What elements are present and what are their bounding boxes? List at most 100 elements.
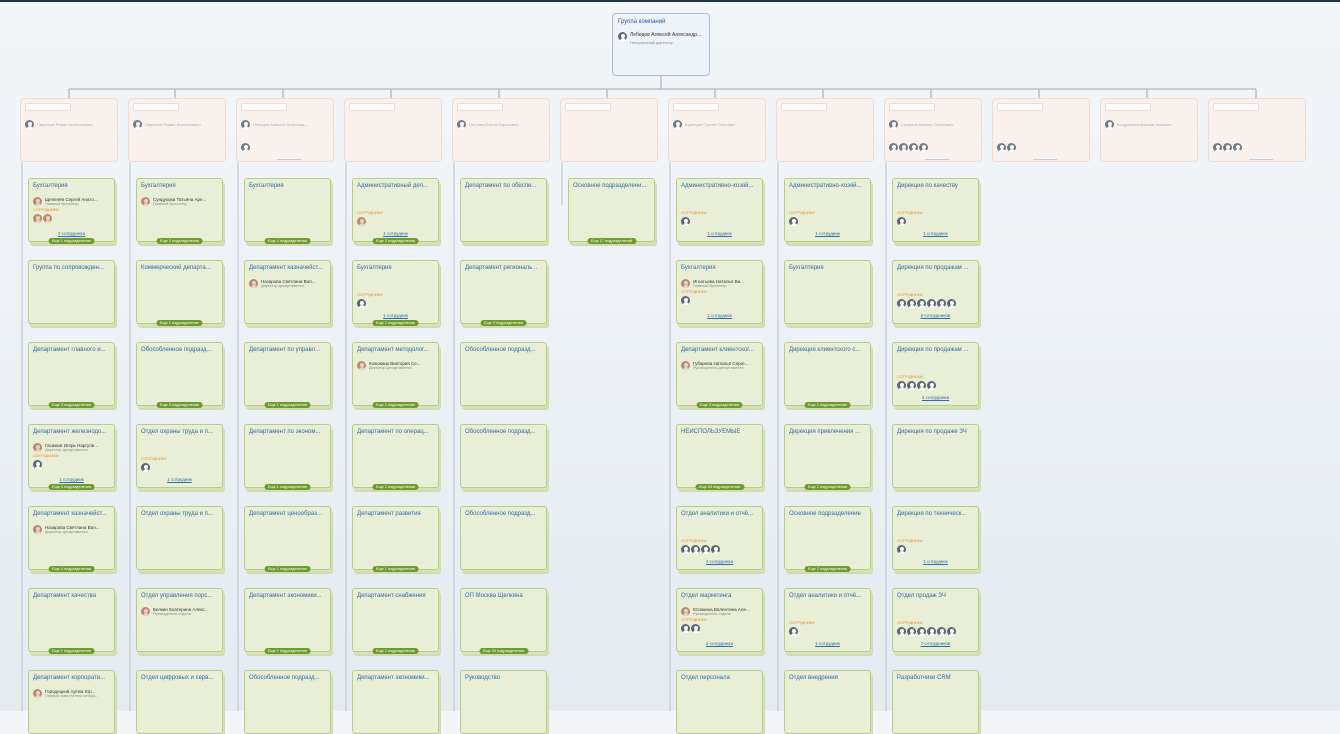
unit-title[interactable]: Отдел внедрения [785,671,870,681]
unit-title[interactable]: Отдел персонала [677,671,762,681]
unit-card[interactable]: Коммерческий департа... Еще 1 подразделен… [136,260,223,326]
user-icon[interactable] [927,299,936,308]
top-unit-card[interactable]: Лебедев Алексей Александ... [236,98,334,162]
unit-title[interactable]: Отдел продаж ЗЧ [893,589,978,599]
unit-card[interactable]: Основное подразделение Еще 2 подразделени… [784,506,871,572]
unit-card[interactable]: Отдел продаж ЗЧ СОТРУДНИКИ 7 сотрудников [892,588,979,652]
unit-card[interactable]: Бухгалтерия СОТРУДНИКИ 1 сотрудник Еще 2 по… [352,260,439,326]
unit-title[interactable]: Департамент качества [29,589,114,599]
user-icon[interactable] [681,545,690,554]
unit-card[interactable]: Дирекция по продажам ... СОТРУДНИКИ 4 сотр… [892,342,979,406]
user-icon[interactable] [947,299,956,308]
user-icon[interactable] [907,381,916,390]
unit-card[interactable]: Административно-хозяй... СОТРУДНИКИ 1 сотр… [784,178,871,242]
more-units-badge[interactable]: Еще 1 подразделение [156,320,203,326]
unit-card[interactable]: Обособленное подразд... [460,506,547,570]
employees-count-link[interactable]: 1 сотрудник [785,641,870,646]
user-icon[interactable] [937,627,946,636]
root-manager[interactable]: Лебедев Алексей Александр... Генеральный… [618,32,704,45]
employees-count-link[interactable]: 1 сотрудник [893,559,978,564]
employees-count-link[interactable]: 2 сотрудника [677,641,762,646]
unit-title[interactable]: Департамент железнодо... [29,425,114,435]
unit-card[interactable]: Департамент по операц... Еще 2 подразделе… [352,424,439,490]
unit-card[interactable]: Административно-хозяй... СОТРУДНИКИ 1 сотр… [676,178,763,242]
user-icon[interactable] [917,381,926,390]
unit-card[interactable]: Дирекция по продажам ... СОТРУДНИКИ 6 сотр… [892,260,979,324]
employees-count-link[interactable]: 1 сотрудник [677,231,762,236]
unit-card[interactable]: Административный деп... СОТРУДНИКИ 1 сотру… [352,178,439,244]
unit-card[interactable]: Отдел аналитики и отчё... СОТРУДНИКИ 1 сот… [784,588,871,652]
more-units-badge[interactable]: Еще 2 подразделения [372,648,419,654]
unit-title[interactable]: Департамент по операц... [353,425,438,435]
unit-title[interactable]: Отдел маркетинга [677,589,762,599]
unit-card[interactable]: Обособленное подразд... Еще 3 подразделен… [136,342,223,408]
user-icon[interactable] [927,627,936,636]
more-units-badge[interactable]: Еще 2 подразделения [804,566,851,572]
unit-card[interactable]: Основное подразделени... Еще 17 подраздел… [568,178,655,244]
unit-card[interactable]: Обособленное подразд... [460,424,547,488]
employees-count-link[interactable]: 1 сотрудник [137,477,222,482]
more-units-badge[interactable]: Еще 1 подразделение [264,566,311,572]
user-icon[interactable] [701,545,710,554]
unit-title[interactable]: Отдел управления порс... [137,589,222,599]
user-icon[interactable] [897,299,906,308]
more-units-badge[interactable]: Еще 2 подразделения [372,320,419,326]
unit-manager[interactable]: Гасимов Игорь Наргули... Директор департа… [33,443,110,452]
unit-title[interactable]: Разработчики CRM [893,671,978,681]
unit-title[interactable]: Отдел охраны труда и п... [137,507,222,517]
unit-card[interactable]: Дирекция клиентского с... Еще 1 подраздел… [784,342,871,408]
unit-manager[interactable]: Назарова Светлана Вал... Директор департа… [33,525,110,534]
unit-title[interactable]: Департамент по эконом... [245,425,330,435]
unit-manager[interactable]: Игнатьева Наталья Ви... Главный бухгалтер [681,279,758,288]
unit-title[interactable]: Дирекция привлечения ... [785,425,870,435]
unit-title[interactable]: Обособленное подразд... [461,425,546,435]
top-unit-manager[interactable]: Кондратьев Максим Алексан... [1105,120,1174,129]
unit-card[interactable]: Обособленное подразд... [460,342,547,406]
unit-title[interactable]: Департамент главного и... [29,343,114,353]
unit-card[interactable]: Отдел аналитики и отчё... СОТРУДНИКИ 4 сот… [676,506,763,570]
more-units-badge[interactable]: Еще 3 подразделения [696,402,743,408]
unit-card[interactable]: Отдел охраны труда и п... [136,506,223,570]
top-unit-card[interactable]: Гаврилов Роман Анатольевич [128,98,226,162]
unit-title[interactable]: Бухгалтерия [29,179,114,189]
user-icon[interactable] [681,217,690,226]
top-unit-card[interactable]: Пестова Елена Борисовна [452,98,550,162]
unit-title[interactable]: Группа по сопровожден... [29,261,114,271]
user-icon[interactable] [681,624,690,633]
unit-card[interactable]: Отдел персонала [676,670,763,734]
employees-count-link[interactable]: 1 сотрудник [353,231,438,236]
unit-title[interactable]: Департамент методолог... [353,343,438,353]
employees-count-link[interactable]: 1 сотрудник [893,231,978,236]
user-icon[interactable] [43,214,52,223]
unit-card[interactable]: Департамент корпорати... Городецкий Артем… [28,670,115,734]
unit-manager[interactable]: Губарева Наталья Серге... Руководитель де… [681,361,758,370]
unit-title[interactable]: ОП Москва Щелкина [461,589,546,599]
unit-card[interactable]: Департамент ценообраз... Еще 1 подразделе… [244,506,331,572]
unit-title[interactable]: Отдел охраны труда и п... [137,425,222,435]
more-units-badge[interactable]: Еще 1 подразделение [372,566,419,572]
employees-count-link[interactable]: 1 сотрудник [785,231,870,236]
unit-title[interactable]: Коммерческий департа... [137,261,222,271]
unit-card[interactable]: Департамент развития Еще 1 подразделение [352,506,439,572]
unit-title[interactable]: Бухгалтерия [785,261,870,271]
more-units-badge[interactable]: Еще 1 подразделение [264,484,311,490]
user-icon[interactable] [937,299,946,308]
top-unit-card[interactable] [776,98,874,162]
unit-card[interactable]: Департамент региональ... Еще 3 подразделе… [460,260,547,326]
unit-card[interactable]: Группа по сопровожден... [28,260,115,324]
user-icon[interactable] [947,627,956,636]
unit-title[interactable]: Департамент развития [353,507,438,517]
more-units-badge[interactable]: Еще 3 подразделения [372,238,419,244]
top-unit-card[interactable]: Гаврилов Роман Анатольевич [20,98,118,162]
more-units-badge[interactable]: Еще 3 подразделения [480,320,527,326]
user-icon[interactable] [897,217,906,226]
more-units-badge[interactable]: Еще 17 подразделений [586,238,637,244]
unit-title[interactable]: Департамент снабжения [353,589,438,599]
unit-title[interactable]: Бухгалтерия [677,261,762,271]
unit-card[interactable]: ОП Москва Щелкина Еще 33 подразделения [460,588,547,654]
top-unit-manager[interactable]: Гаврилов Роман Анатольевич [133,120,201,129]
unit-card[interactable]: Дирекция привлечения ... Еще 2 подразделе… [784,424,871,490]
unit-title[interactable]: Дирекция клиентского с... [785,343,870,353]
unit-card[interactable]: Отдел маркетинга Юсюкина Валентина Але...… [676,588,763,652]
unit-card[interactable]: Дирекция по качеству СОТРУДНИКИ 1 сотрудни… [892,178,979,242]
